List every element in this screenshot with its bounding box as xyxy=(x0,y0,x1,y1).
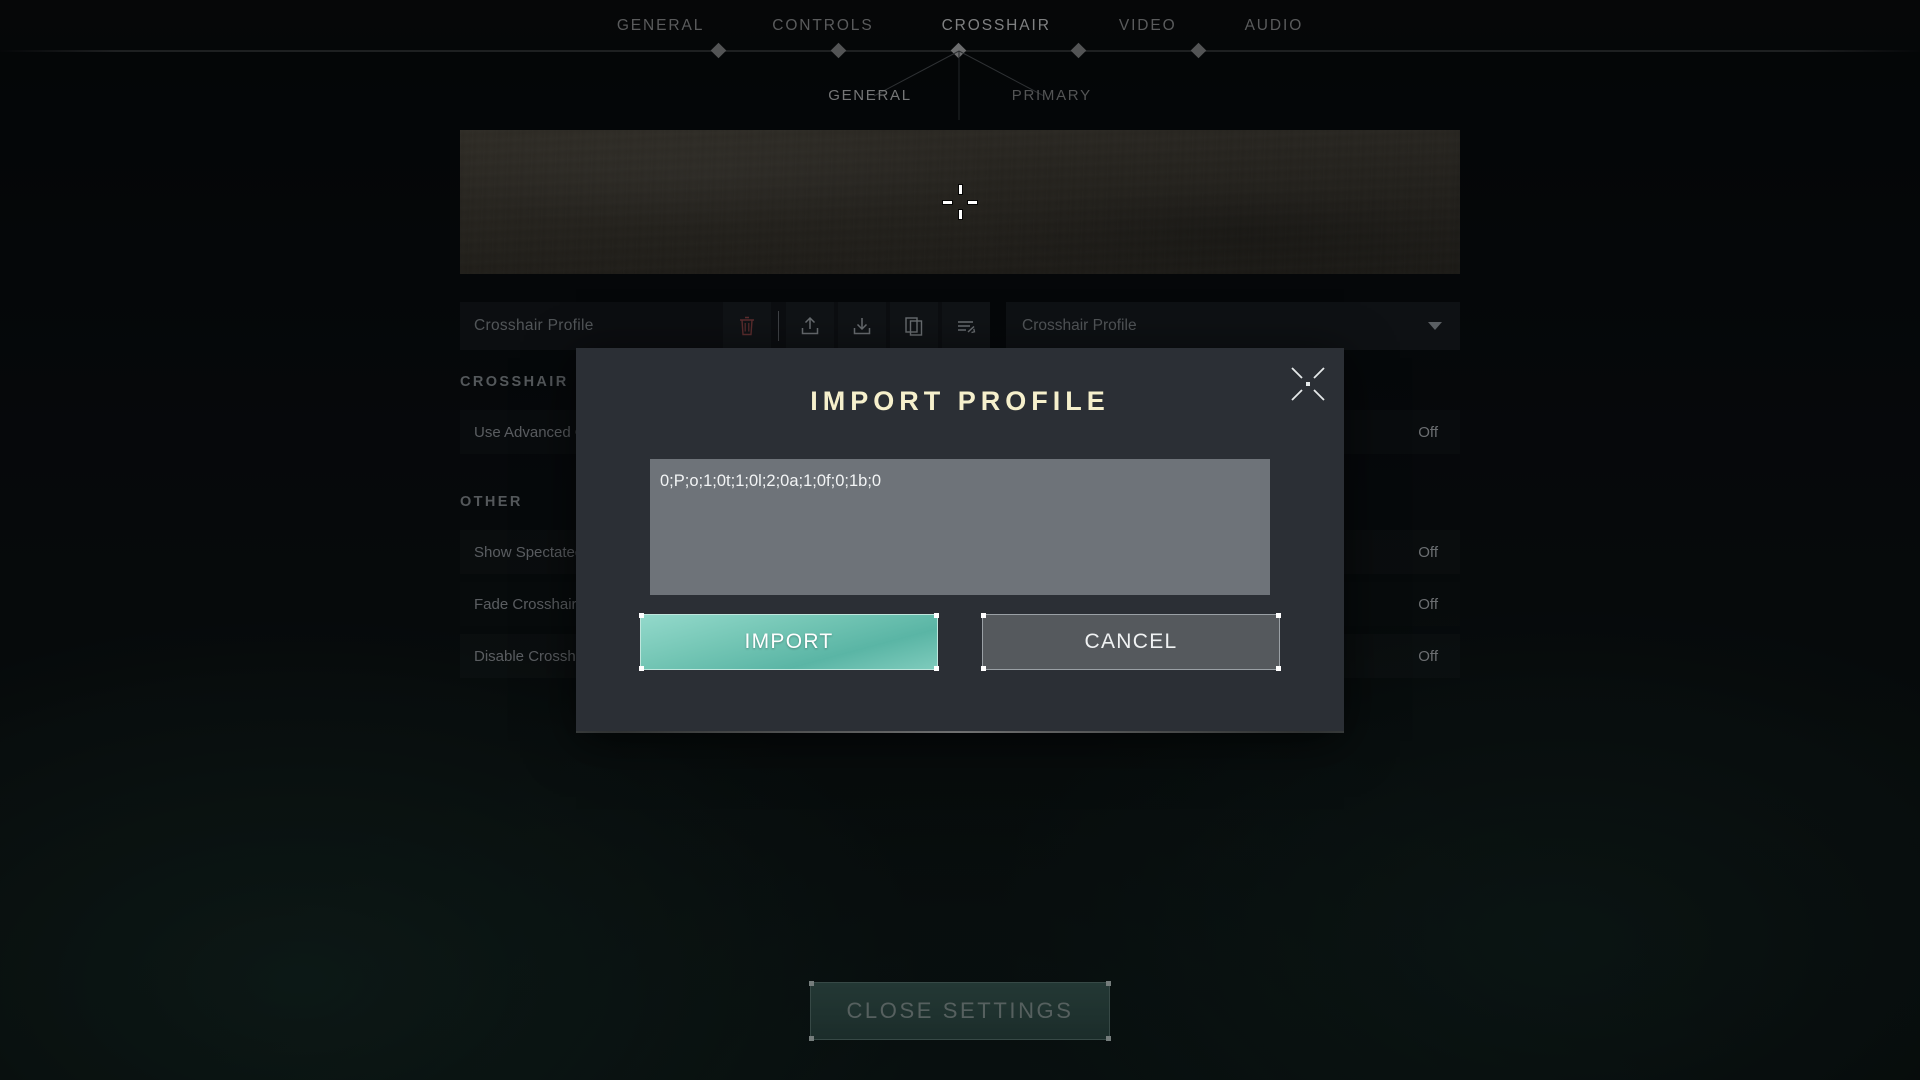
crosshair-glyph xyxy=(940,182,980,222)
settings-screen: GENERAL CONTROLS CROSSHAIR VIDEO AUDIO G… xyxy=(0,0,1920,1080)
cancel-button[interactable]: CANCEL xyxy=(981,613,1281,671)
dialog-title: IMPORT PROFILE xyxy=(810,386,1110,416)
profile-code-input[interactable] xyxy=(650,459,1270,595)
import-button[interactable]: IMPORT xyxy=(639,613,939,671)
modal-underline xyxy=(576,731,1344,733)
import-profile-dialog: IMPORT PROFILE IMPORT CANCEL xyxy=(576,348,1344,731)
cancel-button-label: CANCEL xyxy=(1084,630,1178,653)
import-button-label: IMPORT xyxy=(744,630,834,653)
